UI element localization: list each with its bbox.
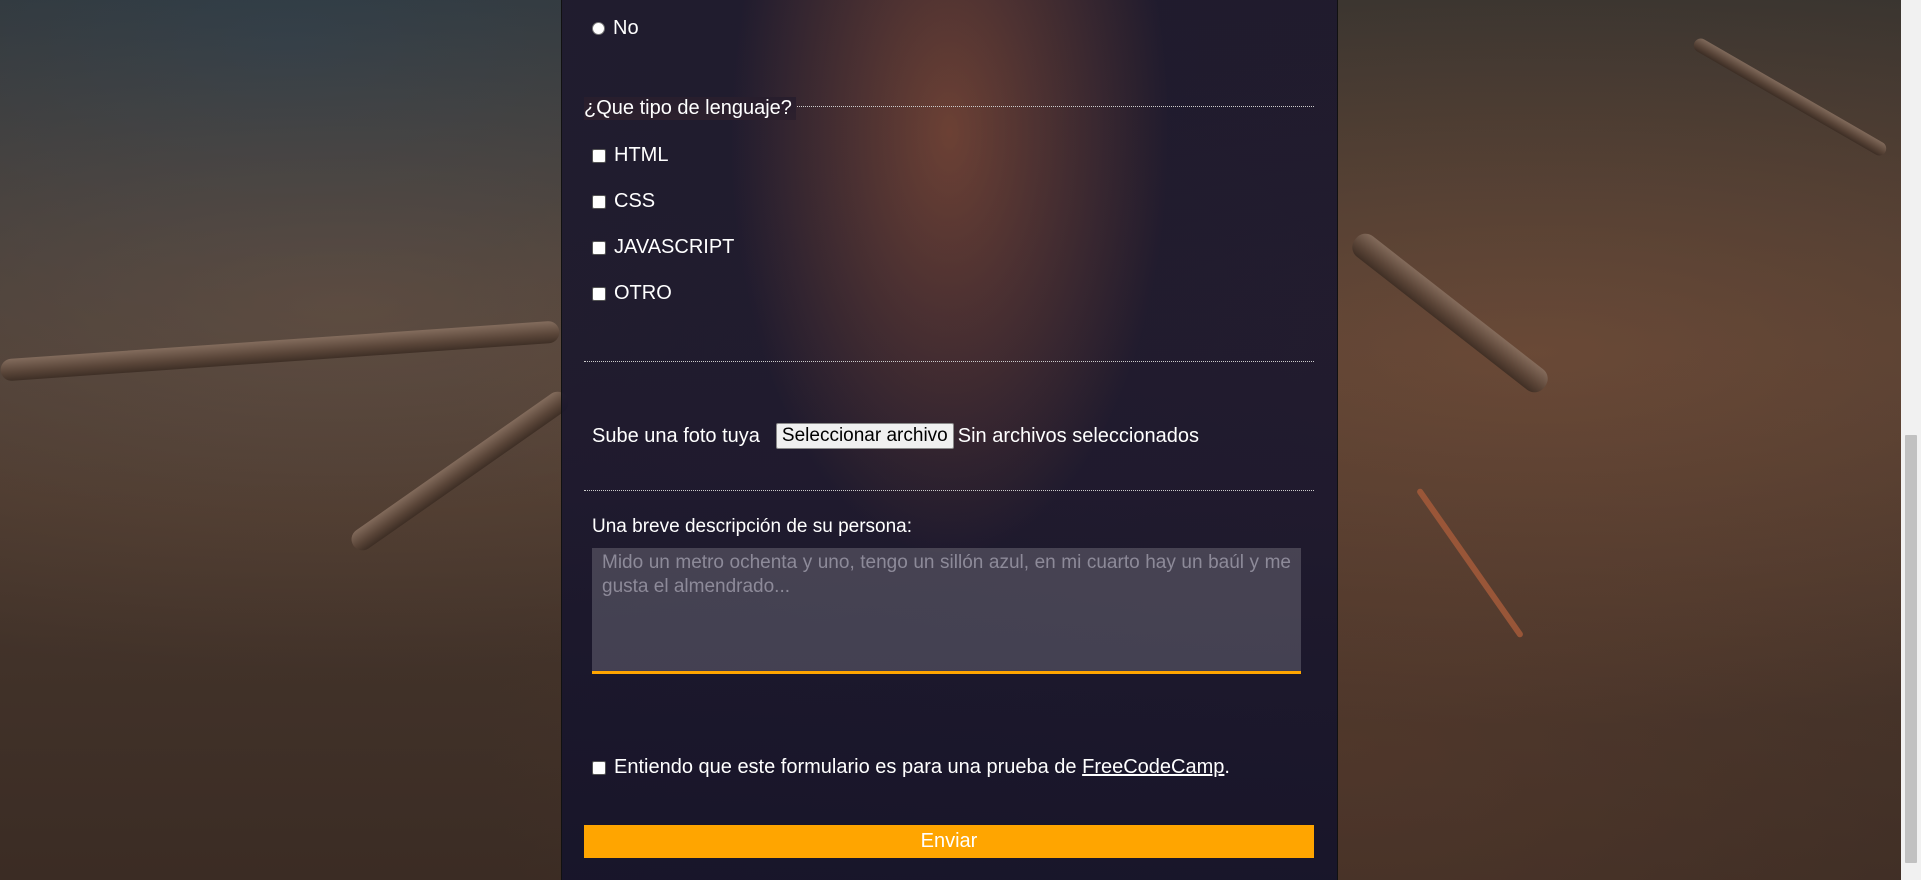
freecodecamp-link[interactable]: FreeCodeCamp [1082, 756, 1224, 779]
checkbox-option-javascript[interactable]: JAVASCRIPT [592, 236, 734, 259]
background-branch [0, 320, 561, 382]
photo-upload-label: Sube una foto tuya [592, 424, 760, 447]
checkbox-otro[interactable] [592, 286, 606, 301]
checkbox-label: HTML [614, 144, 669, 166]
submit-button[interactable]: Enviar [584, 825, 1314, 858]
vertical-scrollbar[interactable] [1901, 0, 1921, 880]
photo-upload-row: Sube una foto tuya Seleccionar archivo S… [592, 423, 1199, 449]
file-select-button[interactable]: Seleccionar archivo [775, 423, 954, 449]
background-branch [1691, 35, 1889, 159]
checkbox-label: JAVASCRIPT [614, 236, 735, 258]
language-legend: ¿Que tipo de lenguaje? [584, 97, 796, 120]
file-status-text: Sin archivos seleccionados [957, 424, 1199, 447]
section-divider [584, 490, 1314, 491]
checkbox-option-html[interactable]: HTML [592, 144, 668, 167]
consent-checkbox[interactable] [592, 760, 606, 775]
checkbox-css[interactable] [592, 194, 606, 209]
checkbox-javascript[interactable] [592, 240, 606, 255]
checkbox-label: OTRO [614, 282, 672, 304]
radio-button-no[interactable] [592, 22, 605, 35]
checkbox-option-otro[interactable]: OTRO [592, 282, 672, 305]
background-branch [347, 387, 573, 555]
description-label-row: Una breve descripción de su persona: [592, 516, 912, 538]
checkbox-html[interactable] [592, 148, 606, 163]
checkbox-label: CSS [614, 190, 656, 212]
survey-form-panel: No ¿Que tipo de lenguaje? HTML CSS JAVAS… [561, 0, 1338, 880]
section-divider [584, 361, 1314, 362]
consent-end: . [1224, 756, 1230, 778]
background-branch [1415, 487, 1525, 639]
scrollbar-thumb[interactable] [1905, 435, 1917, 863]
consent-text: Entiendo que este formulario es para una… [614, 756, 1083, 778]
background-branch [1347, 228, 1553, 398]
consent-row[interactable]: Entiendo que este formulario es para una… [592, 756, 1230, 779]
description-textarea[interactable] [592, 548, 1301, 674]
radio-option-no[interactable]: No [592, 17, 639, 40]
radio-no-label: No [613, 17, 639, 39]
checkbox-option-css[interactable]: CSS [592, 190, 655, 213]
description-label: Una breve descripción de su persona: [592, 516, 913, 537]
